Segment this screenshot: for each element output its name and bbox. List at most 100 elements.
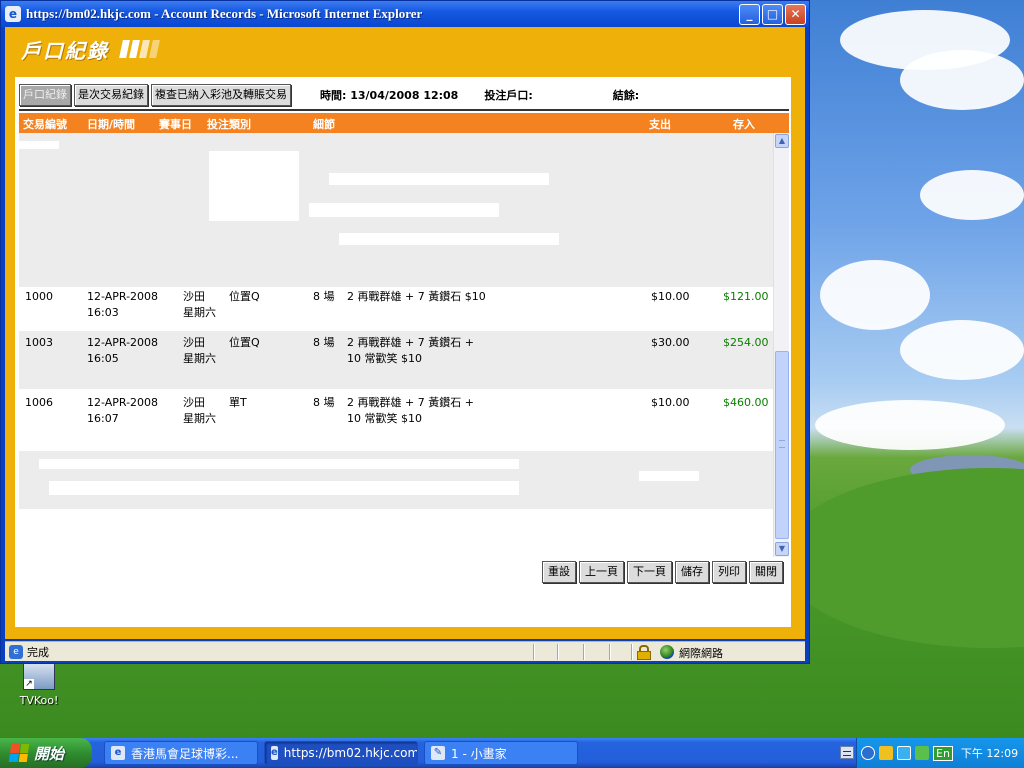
paint-icon: ✎ bbox=[431, 746, 445, 760]
page-done-icon: e bbox=[9, 644, 23, 659]
page-header: 戶口紀錄 bbox=[21, 31, 160, 67]
cloud bbox=[815, 400, 1005, 450]
scroll-thumb[interactable] bbox=[775, 351, 789, 539]
cell-bet-type: 位置Q bbox=[229, 336, 260, 349]
table-row[interactable]: 1006 12-APR-2008 16:07 沙田 星期六 單T 8 場 2 再… bbox=[19, 389, 773, 451]
window-title: https://bm02.hkjc.com - Account Records … bbox=[26, 6, 423, 21]
table-row[interactable]: 1000 12-APR-2008 16:03 沙田 星期六 位置Q 8 場 2 … bbox=[19, 287, 773, 331]
header-transaction-no: 交易編號 bbox=[23, 118, 67, 131]
cell-race: 8 場 bbox=[313, 336, 335, 349]
cloud bbox=[900, 50, 1024, 110]
ie-icon: e bbox=[111, 746, 125, 760]
show-hidden-icons-icon[interactable] bbox=[861, 746, 875, 760]
cell-race: 8 場 bbox=[313, 396, 335, 409]
network-icon[interactable] bbox=[897, 746, 911, 760]
maximize-button[interactable]: □ bbox=[762, 3, 783, 25]
cell-day: 星期六 bbox=[183, 412, 216, 425]
scroll-down-button[interactable]: ▼ bbox=[775, 542, 789, 556]
cell-detail: 2 再戰群雄 + 7 黃鑽石 $10 bbox=[347, 290, 486, 303]
redacted-mark bbox=[209, 151, 299, 221]
cell-venue: 沙田 bbox=[183, 396, 205, 409]
taskbar: 開始 e 香港馬會足球博彩... e https://bm02.hkjc.com… bbox=[0, 738, 1024, 768]
tab-current-transactions[interactable]: 是次交易紀錄 bbox=[74, 84, 148, 106]
start-button[interactable]: 開始 bbox=[0, 738, 92, 768]
cloud bbox=[920, 170, 1024, 220]
redacted-mark bbox=[39, 459, 519, 469]
cell-credit: $460.00 bbox=[723, 396, 769, 409]
language-indicator[interactable]: En bbox=[933, 745, 953, 761]
cell-credit: $121.00 bbox=[723, 290, 769, 303]
redacted-mark bbox=[329, 173, 549, 185]
cell-date: 12-APR-2008 bbox=[87, 396, 159, 409]
keyboard-icon[interactable] bbox=[840, 746, 854, 759]
status-bar: e 完成 網際網路 bbox=[5, 641, 805, 661]
cell-bet-type: 單T bbox=[229, 396, 247, 409]
cell-bet-type: 位置Q bbox=[229, 290, 260, 303]
ie-window: e https://bm02.hkjc.com - Account Record… bbox=[0, 0, 810, 664]
cell-venue: 沙田 bbox=[183, 336, 205, 349]
tab-pooled-transfers[interactable]: 複查已納入彩池及轉賬交易 bbox=[151, 84, 291, 106]
ie-icon[interactable]: e bbox=[5, 6, 21, 22]
divider bbox=[19, 109, 789, 111]
account-label: 投注戶口: bbox=[484, 89, 533, 102]
status-divider bbox=[557, 644, 559, 660]
cell-time: 16:03 bbox=[87, 306, 119, 319]
taskbar-item-account-records[interactable]: e https://bm02.hkjc.com ... bbox=[264, 741, 418, 765]
action-buttons: 重設 上一頁 下一頁 儲存 列印 關閉 bbox=[542, 561, 783, 583]
lock-icon[interactable] bbox=[637, 645, 651, 660]
clock[interactable]: 下午 12:09 bbox=[961, 745, 1018, 761]
security-zone-label: 網際網路 bbox=[679, 647, 723, 660]
messenger-icon[interactable] bbox=[915, 746, 929, 760]
redacted-mark bbox=[339, 233, 559, 245]
status-divider bbox=[631, 644, 633, 660]
ie-icon: e bbox=[271, 746, 278, 760]
table-row[interactable]: 1003 12-APR-2008 16:05 沙田 星期六 位置Q 8 場 2 … bbox=[19, 331, 773, 389]
cell-venue: 沙田 bbox=[183, 290, 205, 303]
green-hill bbox=[780, 468, 1024, 648]
scroll-up-button[interactable]: ▲ bbox=[775, 134, 789, 148]
taskbar-item-hkjc-football[interactable]: e 香港馬會足球博彩... bbox=[104, 741, 258, 765]
taskbar-item-label: https://bm02.hkjc.com ... bbox=[283, 746, 418, 760]
cell-debit: $30.00 bbox=[651, 336, 690, 349]
desktop-shortcut-label: TVKoo! bbox=[19, 694, 59, 707]
redacted-mark bbox=[19, 141, 59, 149]
cell-time: 16:05 bbox=[87, 352, 119, 365]
cell-detail-line2: 10 常歡笑 $10 bbox=[347, 352, 422, 365]
redacted-mark bbox=[309, 203, 499, 217]
taskbar-item-label: 1 - 小畫家 bbox=[451, 746, 507, 761]
taskbar-item-paint[interactable]: ✎ 1 - 小畫家 bbox=[424, 741, 578, 765]
redacted-mark bbox=[49, 481, 519, 495]
next-page-button[interactable]: 下一頁 bbox=[627, 561, 672, 583]
header-bet-type: 投注類別 bbox=[207, 118, 251, 131]
cell-race: 8 場 bbox=[313, 290, 335, 303]
windows-logo-icon bbox=[8, 744, 30, 762]
start-label: 開始 bbox=[34, 744, 65, 763]
tab-account-records[interactable]: 戶口紀錄 bbox=[19, 84, 71, 106]
redacted-mark bbox=[639, 471, 699, 481]
vertical-scrollbar[interactable]: ▲ ▼ bbox=[773, 133, 789, 557]
reset-button[interactable]: 重設 bbox=[542, 561, 576, 583]
print-button[interactable]: 列印 bbox=[712, 561, 746, 583]
status-divider bbox=[609, 644, 611, 660]
cell-debit: $10.00 bbox=[651, 290, 690, 303]
cell-detail: 2 再戰群雄 + 7 黃鑽石 + bbox=[347, 336, 474, 349]
internet-zone-icon bbox=[660, 645, 674, 659]
previous-page-button[interactable]: 上一頁 bbox=[579, 561, 624, 583]
minimize-button[interactable]: _ bbox=[739, 3, 760, 25]
table-body: 1000 12-APR-2008 16:03 沙田 星期六 位置Q 8 場 2 … bbox=[19, 133, 773, 557]
header-debit: 支出 bbox=[649, 118, 671, 131]
desktop-shortcut-tvkoo[interactable]: TVKoo! bbox=[18, 660, 60, 707]
header-details: 細節 bbox=[313, 118, 335, 131]
cell-detail-line2: 10 常歡笑 $10 bbox=[347, 412, 422, 425]
system-tray: En 下午 12:09 bbox=[856, 738, 1024, 768]
header-race-day: 賽事日 bbox=[159, 118, 192, 131]
security-shield-icon[interactable] bbox=[879, 746, 893, 760]
title-bar[interactable]: e https://bm02.hkjc.com - Account Record… bbox=[1, 1, 809, 27]
header-date-time: 日期/時間 bbox=[87, 118, 136, 131]
close-button[interactable]: ✕ bbox=[785, 3, 806, 25]
save-button[interactable]: 儲存 bbox=[675, 561, 709, 583]
status-text: 完成 bbox=[27, 645, 49, 659]
header-credit: 存入 bbox=[733, 118, 755, 131]
page-content: 戶口紀錄 戶口紀錄 是次交易紀錄 複查已納入彩池及轉賬交易 時間: 13/04/… bbox=[5, 27, 805, 639]
close-page-button[interactable]: 關閉 bbox=[749, 561, 783, 583]
